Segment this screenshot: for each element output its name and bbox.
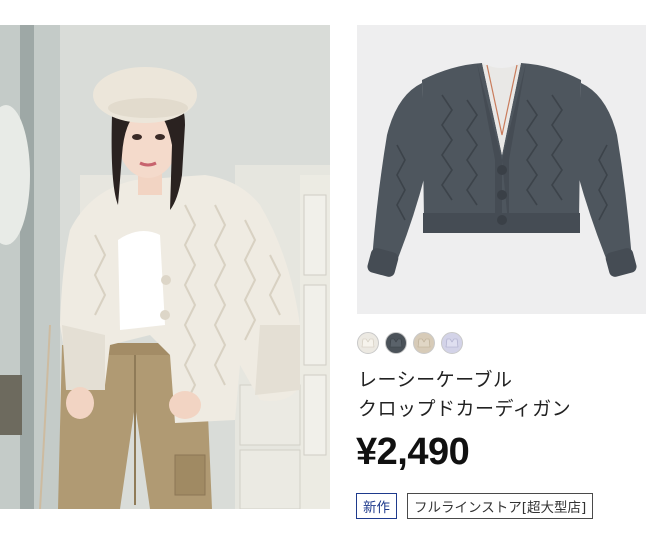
cardigan-icon bbox=[389, 338, 403, 348]
swatch-dark-gray[interactable] bbox=[385, 332, 407, 354]
cardigan-icon bbox=[417, 338, 431, 348]
cardigan-icon bbox=[361, 338, 375, 348]
color-swatches bbox=[357, 332, 463, 354]
swatch-beige[interactable] bbox=[413, 332, 435, 354]
model-photo[interactable] bbox=[0, 25, 330, 509]
swatch-off-white[interactable] bbox=[357, 332, 379, 354]
cardigan-icon bbox=[445, 338, 459, 348]
new-badge: 新作 bbox=[356, 493, 397, 519]
product-badges: 新作 フルラインストア[超大型店] bbox=[356, 493, 594, 519]
product-name-line2: クロップドカーディガン bbox=[358, 398, 572, 420]
cardigan-illustration bbox=[367, 63, 637, 277]
model-photo-illustration bbox=[0, 25, 330, 509]
swatch-lavender[interactable] bbox=[441, 332, 463, 354]
product-name-line1: レーシーケーブル bbox=[358, 369, 513, 391]
product-image[interactable] bbox=[357, 25, 646, 314]
store-badge: フルラインストア[超大型店] bbox=[407, 493, 594, 519]
product-name[interactable]: レーシーケーブル クロップドカーディガン bbox=[358, 366, 648, 424]
product-price: ¥2,490 bbox=[356, 431, 470, 473]
